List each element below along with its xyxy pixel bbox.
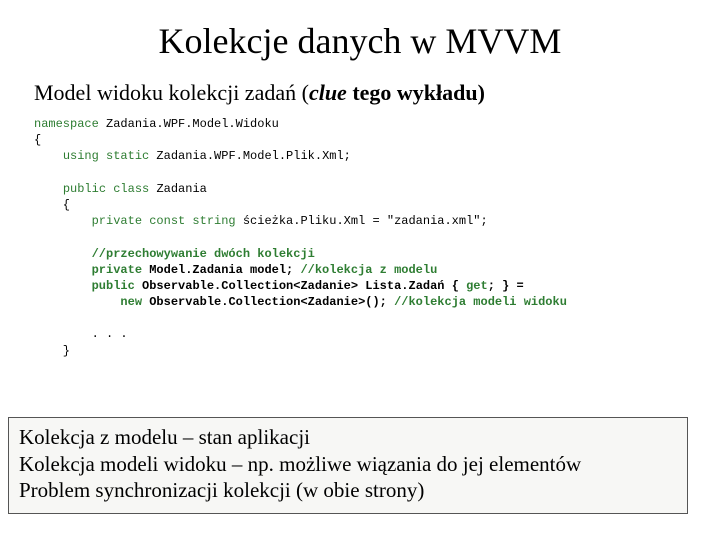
code-kw-new: new xyxy=(120,295,149,309)
code-kw-private: private xyxy=(92,263,150,277)
code-l7a xyxy=(34,214,92,228)
code-l5c: Zadania xyxy=(156,182,206,196)
subtitle-clue: clue xyxy=(309,80,347,105)
code-l11d: Lista.Zadań { xyxy=(365,279,466,293)
code-l10a xyxy=(34,263,92,277)
summary-line-1: Kolekcja z modelu – stan aplikacji xyxy=(19,424,677,450)
code-l15: } xyxy=(34,344,70,358)
code-kw-publicclass: public class xyxy=(63,182,157,196)
summary-line-3: Problem synchronizacji kolekcji (w obie … xyxy=(19,477,677,503)
code-l1b: Zadania.WPF.Model.Widoku xyxy=(99,117,279,131)
code-l9a xyxy=(34,247,92,261)
code-l11a xyxy=(34,279,92,293)
code-comment1: //przechowywanie dwóch kolekcji xyxy=(92,247,315,261)
code-l11c: Observable.Collection<Zadanie> xyxy=(142,279,365,293)
code-l11f: ; } = xyxy=(488,279,524,293)
code-l12c: Observable.Collection<Zadanie>(); xyxy=(149,295,394,309)
code-comment3: //kolekcja modeli widoku xyxy=(394,295,567,309)
code-kw-namespace: namespace xyxy=(34,117,99,131)
code-kw-privateconst: private const string xyxy=(92,214,243,228)
code-l12a xyxy=(34,295,120,309)
code-l6: { xyxy=(34,198,70,212)
code-l2: { xyxy=(34,133,41,147)
code-l3a xyxy=(34,149,63,163)
code-kw-public: public xyxy=(92,279,142,293)
code-l3c: Zadania.WPF.Model.Plik.Xml; xyxy=(149,149,351,163)
code-block: namespace Zadania.WPF.Model.Widoku { usi… xyxy=(0,116,720,359)
slide-subtitle: Model widoku kolekcji zadań (clue tego w… xyxy=(0,80,720,116)
slide-title: Kolekcje danych w MVVM xyxy=(0,0,720,80)
summary-line-2: Kolekcja modeli widoku – np. możliwe wią… xyxy=(19,451,677,477)
code-kw-get: get xyxy=(466,279,488,293)
code-l10c: Model.Zadania model; xyxy=(149,263,300,277)
code-comment2: //kolekcja z modelu xyxy=(300,263,437,277)
code-kw-using: using static xyxy=(63,149,149,163)
subtitle-pre: Model widoku kolekcji zadań ( xyxy=(34,80,309,105)
code-l7c: ścieżka.Pliku.Xml = "zadania.xml"; xyxy=(243,214,488,228)
summary-box: Kolekcja z modelu – stan aplikacji Kolek… xyxy=(8,417,688,514)
code-l14: . . . xyxy=(34,327,128,341)
slide: Kolekcje danych w MVVM Model widoku kole… xyxy=(0,0,720,540)
subtitle-post: tego wykładu) xyxy=(347,80,485,105)
code-l5a xyxy=(34,182,63,196)
